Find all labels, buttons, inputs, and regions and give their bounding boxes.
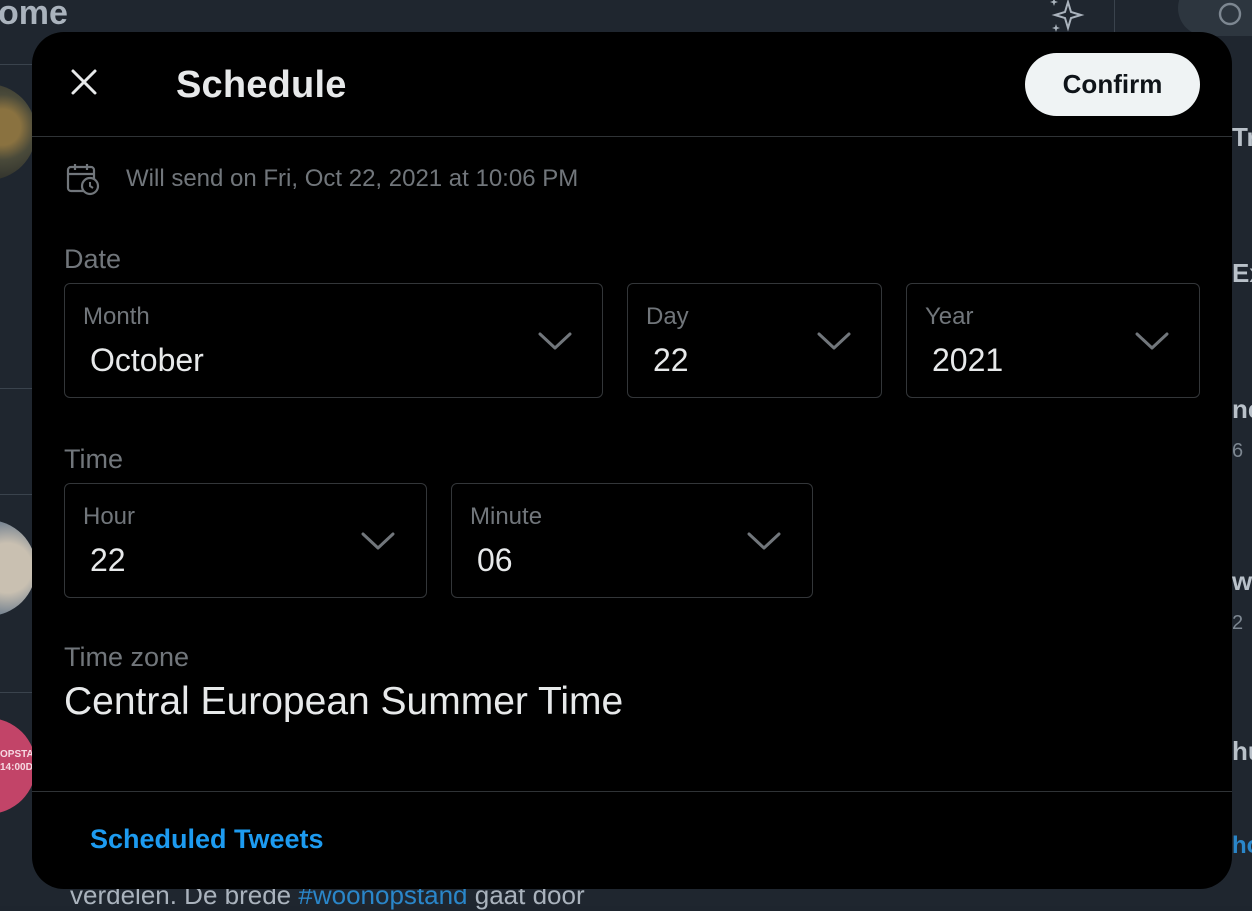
chevron-down-icon bbox=[816, 329, 852, 353]
month-value: October bbox=[90, 342, 204, 379]
search-icon bbox=[1218, 2, 1248, 32]
day-select[interactable]: Day 22 bbox=[627, 283, 882, 398]
chevron-down-icon bbox=[360, 529, 396, 553]
trending-count: 2 bbox=[1232, 612, 1243, 635]
year-label: Year bbox=[925, 303, 974, 331]
year-select[interactable]: Year 2021 bbox=[906, 283, 1200, 398]
send-info-text: Will send on Fri, Oct 22, 2021 at 10:06 … bbox=[126, 165, 578, 193]
close-button[interactable] bbox=[62, 60, 106, 104]
hour-value: 22 bbox=[90, 542, 126, 579]
home-title: ome bbox=[0, 0, 68, 33]
search-bar[interactable] bbox=[1178, 0, 1252, 36]
minute-value: 06 bbox=[477, 542, 513, 579]
trending-item[interactable]: Ex bbox=[1232, 258, 1252, 289]
header-divider bbox=[32, 136, 1232, 137]
modal-header: Schedule Confirm bbox=[32, 32, 1232, 137]
avatar[interactable] bbox=[0, 520, 36, 616]
year-value: 2021 bbox=[932, 342, 1003, 379]
feed-divider bbox=[0, 64, 34, 65]
timezone-label: Time zone bbox=[64, 642, 189, 673]
day-label: Day bbox=[646, 303, 689, 331]
avatar[interactable] bbox=[0, 84, 36, 180]
chevron-down-icon bbox=[746, 529, 782, 553]
hour-select[interactable]: Hour 22 bbox=[64, 483, 427, 598]
chevron-down-icon bbox=[1134, 329, 1170, 353]
time-section-label: Time bbox=[64, 444, 123, 475]
date-section-label: Date bbox=[64, 244, 121, 275]
timezone-value: Central European Summer Time bbox=[64, 680, 623, 724]
close-icon bbox=[69, 67, 99, 97]
feed-divider bbox=[0, 692, 34, 693]
month-label: Month bbox=[83, 303, 150, 331]
schedule-modal: Schedule Confirm Will send on Fri, Oct 2… bbox=[32, 32, 1232, 889]
feed-divider bbox=[0, 388, 34, 389]
calendar-clock-icon bbox=[66, 162, 100, 196]
trending-title: Tr bbox=[1232, 122, 1252, 153]
feed-divider bbox=[0, 494, 34, 495]
trending-count: 6 bbox=[1232, 440, 1243, 463]
day-value: 22 bbox=[653, 342, 689, 379]
trending-item[interactable]: w bbox=[1232, 566, 1252, 597]
hour-label: Hour bbox=[83, 503, 135, 531]
confirm-button[interactable]: Confirm bbox=[1025, 53, 1200, 116]
footer-divider bbox=[32, 791, 1232, 792]
minute-label: Minute bbox=[470, 503, 542, 531]
trending-item[interactable]: hu bbox=[1232, 736, 1252, 767]
send-info-row: Will send on Fri, Oct 22, 2021 at 10:06 … bbox=[66, 162, 578, 196]
minute-select[interactable]: Minute 06 bbox=[451, 483, 813, 598]
trending-item[interactable]: ne bbox=[1232, 394, 1252, 425]
avatar-text: OPSTANDER 14:00DERPARKERDAM bbox=[0, 749, 36, 773]
month-select[interactable]: Month October bbox=[64, 283, 603, 398]
chevron-down-icon bbox=[537, 329, 573, 353]
show-more-link[interactable]: ho bbox=[1232, 832, 1252, 860]
avatar[interactable]: OPSTANDER 14:00DERPARKERDAM bbox=[0, 718, 36, 814]
scheduled-tweets-link[interactable]: Scheduled Tweets bbox=[90, 824, 324, 855]
modal-title: Schedule bbox=[176, 64, 347, 107]
